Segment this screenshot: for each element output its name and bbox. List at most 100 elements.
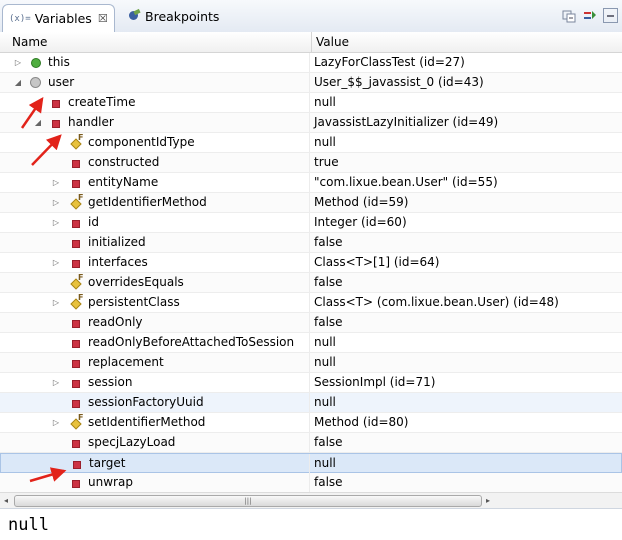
variable-value: null [314, 95, 336, 109]
variable-value: false [314, 235, 343, 249]
table-row[interactable]: ▷ session SessionImpl (id=71) [0, 373, 622, 393]
collapse-twisty-icon[interactable]: ◢ [32, 113, 44, 132]
collapse-twisty-icon[interactable]: ◢ [12, 73, 24, 92]
protected-final-field-icon: F [70, 193, 83, 210]
private-field-icon [70, 217, 81, 228]
row-name-cell: sessionFactoryUuid [0, 393, 310, 412]
table-row[interactable]: constructed true [0, 153, 622, 173]
variable-value: null [314, 135, 336, 149]
view-tab-bar: (x)= Variables ☒ Breakpoints [0, 0, 622, 33]
table-row[interactable]: ▷ id Integer (id=60) [0, 213, 622, 233]
variable-name: componentIdType [88, 135, 195, 149]
table-row[interactable]: target null [0, 453, 622, 473]
detail-pane[interactable]: null [0, 508, 622, 540]
show-types-icon[interactable] [582, 8, 597, 23]
table-row[interactable]: ▷ FpersistentClass Class<T> (com.lixue.bea… [0, 293, 622, 313]
variable-value: SessionImpl (id=71) [314, 375, 436, 389]
column-header-value[interactable]: Value [312, 32, 622, 52]
variable-name: unwrap [88, 475, 133, 489]
column-header-name[interactable]: Name [0, 32, 312, 52]
protected-final-field-icon: F [70, 273, 83, 290]
table-row[interactable]: readOnly false [0, 313, 622, 333]
variable-name: interfaces [88, 255, 148, 269]
table-row[interactable]: readOnlyBeforeAttachedToSession null [0, 333, 622, 353]
variable-value: false [314, 475, 343, 489]
private-field-icon [70, 477, 81, 488]
tab-variables-label: Variables [34, 11, 92, 26]
horizontal-scrollbar[interactable]: ◂ ||| ▸ [0, 492, 622, 508]
private-field-icon [70, 397, 81, 408]
table-row[interactable]: FoverridesEquals false [0, 273, 622, 293]
tab-variables[interactable]: (x)= Variables ☒ [2, 4, 115, 32]
table-row[interactable]: ▷ FsetIdentifierMethod Method (id=80) [0, 413, 622, 433]
table-row[interactable]: specjLazyLoad false [0, 433, 622, 453]
minimize-icon[interactable] [603, 8, 618, 23]
expand-twisty-icon[interactable]: ▷ [50, 193, 62, 212]
private-field-icon [70, 317, 81, 328]
variable-name: overridesEquals [88, 275, 184, 289]
expand-twisty-icon[interactable]: ▷ [12, 53, 24, 72]
expand-twisty-icon[interactable]: ▷ [50, 213, 62, 232]
table-row[interactable]: sessionFactoryUuid null [0, 393, 622, 413]
table-row[interactable]: ◢ handler JavassistLazyInitializer (id=49) [0, 113, 622, 133]
table-row[interactable]: initialized false [0, 233, 622, 253]
private-field-icon [50, 97, 61, 108]
row-name-cell: ▷ entityName [0, 173, 310, 192]
table-row[interactable]: unwrap false [0, 473, 622, 492]
table-row[interactable]: replacement null [0, 353, 622, 373]
expand-twisty-icon[interactable]: ▷ [50, 413, 62, 432]
public-field-icon [30, 57, 41, 68]
variable-value: Class<T>[1] (id=64) [314, 255, 440, 269]
row-name-cell: ▷ FsetIdentifierMethod [0, 413, 310, 432]
variable-name: entityName [88, 175, 159, 189]
table-row[interactable]: ▷ FgetIdentifierMethod Method (id=59) [0, 193, 622, 213]
scrollbar-grip-icon: ||| [244, 497, 252, 505]
table-row[interactable]: ▷ entityName "com.lixue.bean.User" (id=55) [0, 173, 622, 193]
variable-name: persistentClass [88, 295, 180, 309]
expand-twisty-icon[interactable]: ▷ [50, 373, 62, 392]
breakpoints-icon [128, 10, 140, 22]
row-name-cell: replacement [0, 353, 310, 372]
private-field-icon [70, 257, 81, 268]
scroll-right-icon[interactable]: ▸ [482, 493, 494, 508]
table-row[interactable]: createTime null [0, 93, 622, 113]
table-row[interactable]: ◢ user User_$$_javassist_0 (id=43) [0, 73, 622, 93]
table-row[interactable]: ▷ this LazyForClassTest (id=27) [0, 53, 622, 73]
row-name-cell: specjLazyLoad [0, 433, 310, 452]
variable-name: getIdentifierMethod [88, 195, 207, 209]
row-name-cell: constructed [0, 153, 310, 172]
table-row[interactable]: FcomponentIdType null [0, 133, 622, 153]
table-row[interactable]: ▷ interfaces Class<T>[1] (id=64) [0, 253, 622, 273]
variable-name: initialized [88, 235, 146, 249]
row-name-cell: initialized [0, 233, 310, 252]
scroll-left-icon[interactable]: ◂ [0, 493, 12, 508]
row-name-cell: readOnly [0, 313, 310, 332]
scrollbar-thumb[interactable]: ||| [14, 495, 482, 507]
expand-twisty-icon[interactable]: ▷ [50, 293, 62, 312]
table-header: Name Value [0, 32, 622, 53]
private-field-icon [70, 177, 81, 188]
expand-twisty-icon[interactable]: ▷ [50, 173, 62, 192]
variable-value: false [314, 315, 343, 329]
protected-final-field-icon: F [70, 293, 83, 310]
tab-breakpoints[interactable]: Breakpoints [122, 4, 225, 28]
private-field-icon [70, 357, 81, 368]
row-name-cell: unwrap [0, 473, 310, 492]
variables-tree-table[interactable]: Name Value ▷ this LazyForClassTest (id=27)… [0, 32, 622, 492]
expand-twisty-icon[interactable]: ▷ [50, 253, 62, 272]
close-tab-icon[interactable]: ☒ [98, 12, 108, 25]
variables-rows: ▷ this LazyForClassTest (id=27) ◢ user User_$… [0, 53, 622, 492]
protected-final-field-icon: F [70, 133, 83, 150]
collapse-all-icon[interactable] [561, 8, 576, 23]
variable-value: User_$$_javassist_0 (id=43) [314, 75, 484, 89]
row-name-cell: readOnlyBeforeAttachedToSession [0, 333, 310, 352]
variables-icon: (x)= [9, 13, 31, 24]
variable-name: specjLazyLoad [88, 435, 176, 449]
variable-value: null [314, 456, 336, 470]
